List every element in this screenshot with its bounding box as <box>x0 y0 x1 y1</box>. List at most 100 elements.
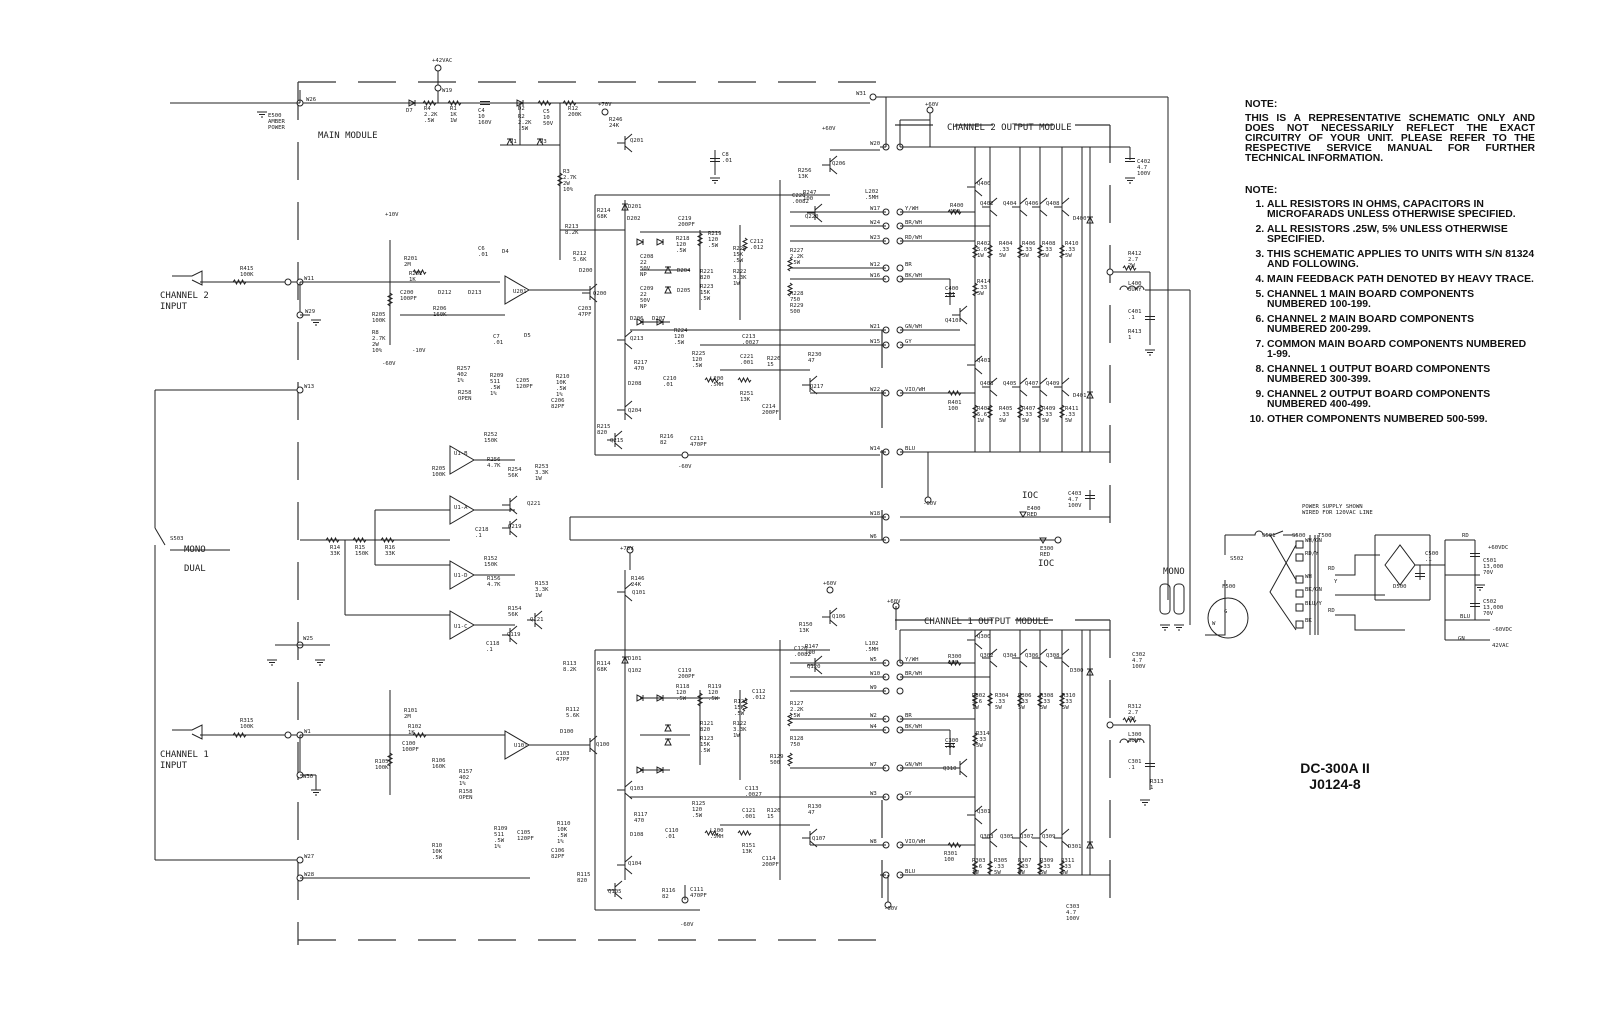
label-line: D400 <box>1073 216 1086 222</box>
label-line: 10% <box>372 348 383 354</box>
label-line: W11 <box>304 276 314 282</box>
label-r4: R4 2.2K .5W <box>424 106 438 124</box>
label-r128: R128 750 <box>790 736 804 748</box>
resistor-symbol <box>556 172 564 187</box>
terminal-node <box>1054 536 1062 544</box>
label-line: U1-C <box>454 624 467 630</box>
label-r218: R218 120.5W <box>676 236 690 254</box>
label-c119: C119 200PF <box>678 668 695 680</box>
label-line: 13K <box>798 174 809 180</box>
label-line: OPEN <box>459 795 472 801</box>
label-line: VIO/WH <box>905 387 925 393</box>
label-line: Q217 <box>810 384 823 390</box>
power-plug <box>1207 597 1249 639</box>
label-q400: Q400 <box>977 181 990 187</box>
terminal-node <box>434 64 442 72</box>
label-line: RED <box>1027 512 1038 518</box>
label-line: BLU <box>905 446 915 452</box>
transformer-tap <box>1295 589 1304 598</box>
label-line: .5W <box>733 258 744 264</box>
label-r229: R229 500 <box>790 303 803 315</box>
label-q307: Q307 <box>1020 834 1033 840</box>
notes-heading: NOTE: <box>1245 99 1278 110</box>
resistor-symbol <box>986 692 994 707</box>
label-line: Q121 <box>530 617 543 623</box>
label-line: 100V <box>1068 503 1082 509</box>
label-r112: R112 5.6K <box>566 707 580 719</box>
label-q301: Q301 <box>977 809 990 815</box>
ground-symbol <box>267 659 277 666</box>
label-line: 24K <box>631 582 642 588</box>
label-line: W24 <box>870 220 881 226</box>
label-line: 1W <box>535 476 542 482</box>
label-r106: R106 160K <box>432 758 446 770</box>
label-line: .5W <box>692 363 703 369</box>
label-line: GN/WH <box>905 762 922 768</box>
label-line: W18 <box>870 511 881 517</box>
label-d7: D7 <box>406 108 413 114</box>
resistor-symbol <box>386 752 394 767</box>
label-c-gnwh2: GN/WH <box>905 324 922 330</box>
label-line: NP <box>640 304 647 310</box>
label-line: 470 <box>634 366 644 372</box>
label-v42ac: +42VAC <box>432 58 452 64</box>
label-r123: R123 15K .5W <box>700 736 713 754</box>
label-q404: Q404 <box>1003 201 1017 207</box>
label-v60a: +60V <box>822 126 836 132</box>
label-q121: Q121 <box>530 617 543 623</box>
label-r121: R121 820 <box>700 721 713 733</box>
note-item: OTHER COMPONENTS NUMBERED 500-599. <box>1267 414 1535 425</box>
terminal-node <box>681 451 689 459</box>
label-line: D200 <box>579 268 592 274</box>
label-line: Q405 <box>1003 381 1016 387</box>
label-v60b: +60V <box>823 581 837 587</box>
label-line: W6 <box>870 534 877 540</box>
ground-symbol <box>311 789 321 796</box>
label-u101: U101 <box>514 743 527 749</box>
label-line: 120PF <box>517 836 534 842</box>
label-e300: E300 RED <box>1040 546 1053 558</box>
notes-heading-2: NOTE: <box>1245 185 1278 196</box>
resistor-symbol <box>1058 244 1066 259</box>
label-r407: R407.33 5W <box>1022 406 1035 424</box>
label-r16: R16 33K <box>385 545 396 557</box>
label-c5: C5 10 50V <box>543 109 554 127</box>
label-line: Q104 <box>628 861 642 867</box>
label-r154: R154 56K <box>508 606 522 618</box>
label-c400: C400.01 <box>945 286 958 298</box>
label-w12: W12 <box>870 262 880 268</box>
label-q300: Q300 <box>977 634 990 640</box>
label-line: -60V <box>382 361 396 367</box>
label-c402: C402 4.7 100V <box>1137 159 1151 177</box>
label-line: D212 <box>438 290 451 296</box>
label-line: 200K <box>568 112 582 118</box>
label-line: D1 <box>510 139 517 145</box>
label-w9: W9 <box>870 685 877 691</box>
label-s501: S501 <box>1262 533 1275 539</box>
label-line: 4.7K <box>487 582 501 588</box>
label-line: .5MH <box>865 647 878 653</box>
label-r258: R258 OPEN <box>458 390 472 402</box>
label-e400: E400 RED <box>1027 506 1040 518</box>
input-jack <box>172 724 203 740</box>
ground-symbol <box>1160 624 1170 631</box>
resistor-symbol <box>1058 404 1066 419</box>
label-c-bkwh2: BK/WH <box>905 273 922 279</box>
label-line: Q221 <box>527 501 540 507</box>
label-line: 1W <box>535 593 542 599</box>
label-line: 200PF <box>762 410 779 416</box>
label-v60n-b: -60V <box>382 361 396 367</box>
note-item: MAIN FEEDBACK PATH DENOTED BY HEAVY TRAC… <box>1267 274 1535 285</box>
label-r210: R210 10K .5W 1% <box>556 374 569 398</box>
label-line: Y/WH <box>905 206 918 212</box>
label-line: 4.7K <box>487 463 501 469</box>
label-line: 5W <box>1065 418 1072 424</box>
label-line: 160K <box>432 764 446 770</box>
label-line: 150K <box>355 551 369 557</box>
note-item: CHANNEL 2 OUTPUT BOARD COMPONENTS NUMBER… <box>1267 389 1535 410</box>
label-r215k: R415 100K <box>240 266 254 278</box>
label-line: 68K <box>597 214 608 220</box>
label-r315: R315 100K <box>240 718 254 730</box>
label-d212: D212 <box>438 290 451 296</box>
label-line: 100 <box>948 406 958 412</box>
